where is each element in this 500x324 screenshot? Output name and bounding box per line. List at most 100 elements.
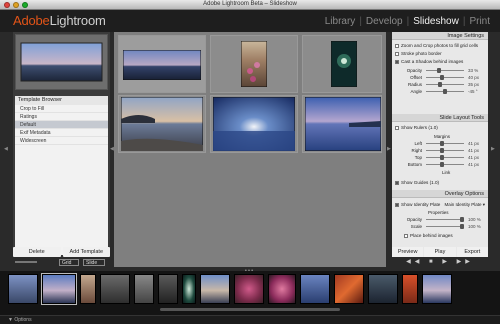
grid-cell[interactable] bbox=[302, 95, 382, 153]
grid-cell[interactable] bbox=[302, 35, 382, 93]
left-margin-slider[interactable]: Left 41 px bbox=[392, 141, 488, 146]
filmstrip-thumbnail[interactable] bbox=[182, 274, 196, 304]
grid-cell[interactable] bbox=[210, 35, 298, 93]
slide-grid bbox=[114, 32, 386, 267]
template-item[interactable]: Ratings bbox=[15, 113, 108, 121]
angle-slider[interactable]: Angle -45 ° bbox=[392, 89, 488, 94]
filmstrip-thumbnail[interactable] bbox=[158, 274, 178, 304]
export-button[interactable]: Export bbox=[456, 247, 488, 257]
slider-knob[interactable] bbox=[439, 148, 444, 153]
slider-value: 41 px bbox=[468, 141, 480, 146]
slide-layout-header[interactable]: Slide Layout Tools bbox=[392, 114, 488, 122]
slider-track bbox=[426, 143, 464, 144]
opacity-slider[interactable]: Opacity 33 % bbox=[392, 68, 488, 73]
add-template-button[interactable]: Add Template bbox=[62, 247, 110, 257]
filmstrip-thumbnail[interactable] bbox=[134, 274, 154, 304]
offset-slider[interactable]: Offset 40 px bbox=[392, 75, 488, 80]
slider-track bbox=[426, 150, 464, 151]
template-preview bbox=[15, 34, 108, 90]
link-margins-toggle[interactable]: Link bbox=[442, 170, 450, 175]
window-title-bar: Adobe Lightroom Beta – Slideshow bbox=[0, 0, 500, 10]
filmstrip-thumbnail[interactable] bbox=[368, 274, 398, 304]
preview-button[interactable]: Preview bbox=[392, 247, 424, 257]
slider-knob[interactable] bbox=[443, 89, 447, 94]
slider-knob[interactable] bbox=[460, 217, 464, 222]
filmstrip-thumbnail[interactable] bbox=[268, 274, 296, 304]
filmstrip-thumbnail[interactable] bbox=[334, 274, 364, 304]
slider-value: 40 px bbox=[468, 75, 480, 80]
zoom-crop-checkbox[interactable]: Zoom and Crop photos to fill grid cells bbox=[395, 43, 478, 48]
show-rulers-checkbox[interactable]: Show Rulers (1.0) bbox=[395, 125, 438, 130]
cast-shadow-label: Cast a Shadow behind images bbox=[401, 59, 464, 64]
identity-plate-label: Show Identity Plate bbox=[401, 202, 441, 207]
overlay-scale-slider[interactable]: Scale 100 % bbox=[392, 224, 488, 229]
template-browser-header[interactable]: Template Browser bbox=[15, 96, 108, 105]
stroke-border-label: Stroke photo border bbox=[401, 51, 442, 56]
zoom-slider[interactable] bbox=[15, 261, 37, 263]
filmstrip-thumbnail[interactable] bbox=[100, 274, 130, 304]
slider-track bbox=[426, 219, 464, 220]
module-picker: Library | Develop | Slideshow | Print bbox=[321, 16, 494, 27]
options-menu[interactable]: ▼ Options bbox=[8, 317, 32, 323]
slider-knob[interactable] bbox=[439, 155, 444, 160]
module-slideshow[interactable]: Slideshow bbox=[409, 16, 463, 27]
grid-cell[interactable] bbox=[210, 95, 298, 153]
module-develop[interactable]: Develop bbox=[362, 16, 407, 27]
module-print[interactable]: Print bbox=[465, 16, 494, 27]
slider-label: Radius bbox=[407, 82, 422, 87]
filmstrip-thumbnail[interactable] bbox=[200, 274, 230, 304]
slider-label: Offset bbox=[410, 75, 422, 80]
slide-view-button[interactable]: Slide bbox=[83, 259, 105, 266]
checkbox-icon bbox=[395, 125, 399, 130]
bottom-margin-slider[interactable]: Bottom 41 px bbox=[392, 162, 488, 167]
place-behind-checkbox[interactable]: Place behind images bbox=[404, 233, 453, 238]
identity-plate-checkbox[interactable]: Show Identity Plate bbox=[395, 202, 440, 207]
playback-controls[interactable]: ◀◀ ■ ▶ ▶▶ bbox=[392, 258, 488, 267]
left-panel-toggle-icon[interactable]: ◀ bbox=[4, 146, 8, 152]
module-library[interactable]: Library bbox=[321, 16, 360, 27]
filmstrip-thumbnail-selected[interactable] bbox=[41, 273, 77, 305]
right-panel-toggle-icon[interactable]: ▶ bbox=[491, 146, 495, 152]
slider-value: 33 % bbox=[468, 68, 479, 73]
image-settings-header[interactable]: Image Settings bbox=[392, 32, 488, 40]
properties-label: Properties bbox=[428, 210, 449, 215]
overlay-options-header[interactable]: Overlay Options bbox=[392, 190, 488, 198]
slider-track bbox=[426, 70, 464, 71]
slide-thumbnail bbox=[121, 97, 203, 151]
overlay-opacity-slider[interactable]: Opacity 100 % bbox=[392, 217, 488, 222]
template-item-selected[interactable]: Default bbox=[15, 121, 108, 129]
template-item[interactable]: Widescreen bbox=[15, 137, 108, 145]
filmstrip-thumbnail[interactable] bbox=[234, 274, 264, 304]
slider-knob[interactable] bbox=[437, 68, 442, 73]
slider-label: Top bbox=[414, 155, 422, 160]
filmstrip-thumbnail[interactable] bbox=[402, 274, 418, 304]
slider-knob[interactable] bbox=[439, 75, 444, 80]
right-panel-edge-icon[interactable]: ▶ bbox=[387, 146, 391, 152]
filmstrip-thumbnail[interactable] bbox=[8, 274, 38, 304]
slider-knob[interactable] bbox=[437, 82, 442, 87]
slide-thumbnail bbox=[305, 97, 381, 151]
slider-knob[interactable] bbox=[460, 224, 464, 229]
grid-cell[interactable] bbox=[118, 35, 206, 93]
right-margin-slider[interactable]: Right 41 px bbox=[392, 148, 488, 153]
grid-cell[interactable] bbox=[118, 95, 206, 153]
filmstrip-thumbnail[interactable] bbox=[80, 274, 96, 304]
slider-knob[interactable] bbox=[439, 162, 444, 167]
delete-button[interactable]: Delete bbox=[13, 247, 61, 257]
top-margin-slider[interactable]: Top 41 px bbox=[392, 155, 488, 160]
slider-track bbox=[426, 164, 464, 165]
identity-plate-select[interactable]: Main Identity Plate ▾ bbox=[444, 202, 485, 208]
radius-slider[interactable]: Radius 35 px bbox=[392, 82, 488, 87]
filmstrip-thumbnail[interactable] bbox=[300, 274, 330, 304]
stroke-border-checkbox[interactable]: Stroke photo border bbox=[395, 51, 442, 56]
filmstrip-thumbnail[interactable] bbox=[422, 274, 452, 304]
cast-shadow-checkbox[interactable]: Cast a Shadow behind images bbox=[395, 59, 463, 64]
play-button[interactable]: Play bbox=[424, 247, 456, 257]
slider-knob[interactable] bbox=[439, 141, 444, 146]
grid-view-button[interactable]: Grid bbox=[59, 259, 79, 266]
template-item[interactable]: Exif Metadata bbox=[15, 129, 108, 137]
template-item[interactable]: Crop to Fill bbox=[15, 105, 108, 113]
slider-value: 35 px bbox=[468, 82, 480, 87]
show-guides-checkbox[interactable]: Show Guides (1.0) bbox=[395, 180, 439, 185]
filmstrip-scrollbar[interactable] bbox=[160, 308, 340, 311]
